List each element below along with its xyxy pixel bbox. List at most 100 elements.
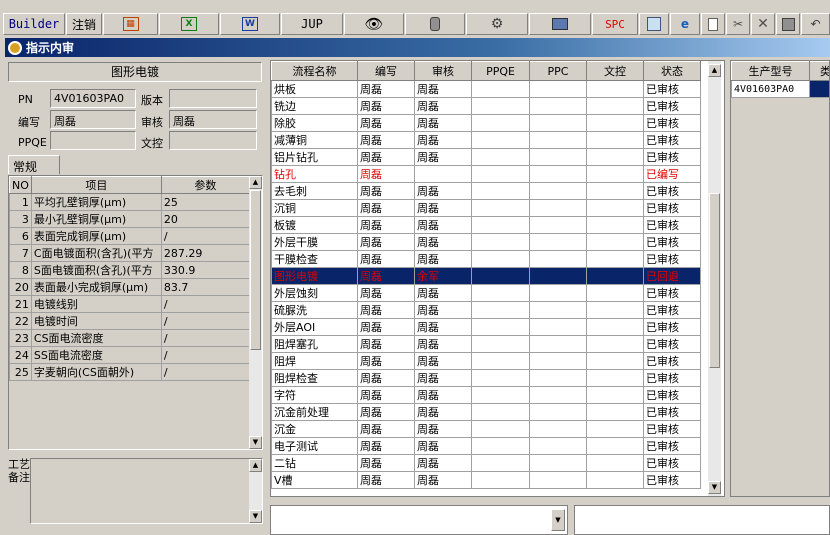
flow-cell-ppc[interactable] (529, 420, 587, 438)
flow-cell-doc-control[interactable] (586, 216, 644, 234)
flow-cell-review[interactable]: 周磊 (414, 148, 472, 166)
flow-cell-author[interactable]: 周磊 (357, 165, 415, 183)
review-field[interactable]: 周磊 (169, 110, 257, 129)
flow-cell-status[interactable]: 已审核 (643, 250, 701, 268)
flow-cell-review[interactable]: 周磊 (414, 233, 472, 251)
undo-button[interactable]: ↶ (801, 13, 830, 35)
flow-cell-review[interactable]: 周磊 (414, 97, 472, 115)
flow-cell-author[interactable]: 周磊 (357, 301, 415, 319)
flow-cell-ppc[interactable] (529, 454, 587, 472)
database-button[interactable] (405, 13, 465, 35)
flow-cell-status[interactable]: 已编写 (643, 165, 701, 183)
flow-cell-author[interactable]: 周磊 (357, 80, 415, 98)
flow-cell-name[interactable]: 硫脲洗 (271, 301, 358, 319)
params-cell-value[interactable]: / (160, 329, 250, 347)
flow-cell-review[interactable]: 周磊 (414, 403, 472, 421)
flow-cell-status[interactable]: 已审核 (643, 437, 701, 455)
flow-cell-ppc[interactable] (529, 301, 587, 319)
model-type-cell[interactable] (809, 80, 829, 98)
flow-cell-name[interactable]: 铝片钻孔 (271, 148, 358, 166)
flow-cell-status[interactable]: 已审核 (643, 318, 701, 336)
flow-cell-doc-control[interactable] (586, 284, 644, 302)
flow-cell-ppc[interactable] (529, 403, 587, 421)
flow-row[interactable]: 阻焊塞孔 周磊 周磊 已审核 (271, 335, 701, 353)
model-header-type[interactable]: 类 (809, 61, 829, 81)
scroll-thumb[interactable] (250, 190, 261, 350)
flow-header-ppc[interactable]: PPC (529, 61, 587, 81)
params-header-value[interactable]: 参数 (160, 176, 250, 194)
author-field[interactable]: 周磊 (50, 110, 136, 129)
flow-row[interactable]: 减薄铜 周磊 周磊 已审核 (271, 131, 701, 149)
version-field[interactable] (169, 89, 257, 108)
flow-cell-doc-control[interactable] (586, 199, 644, 217)
flow-cell-ppc[interactable] (529, 250, 587, 268)
flow-cell-status[interactable]: 已审核 (643, 284, 701, 302)
flow-cell-doc-control[interactable] (586, 267, 644, 285)
flow-cell-status[interactable]: 已审核 (643, 301, 701, 319)
flow-scroll-up-arrow[interactable]: ▲ (708, 64, 721, 77)
save-button[interactable] (776, 13, 800, 35)
flow-cell-status[interactable]: 已审核 (643, 182, 701, 200)
flow-cell-author[interactable]: 周磊 (357, 216, 415, 234)
flow-cell-review[interactable] (414, 165, 472, 183)
flow-cell-doc-control[interactable] (586, 403, 644, 421)
flow-cell-review[interactable]: 周磊 (414, 420, 472, 438)
word-button[interactable]: W (220, 13, 280, 35)
flow-row[interactable]: 阻焊 周磊 周磊 已审核 (271, 352, 701, 370)
params-cell-no[interactable]: 8 (9, 261, 32, 279)
params-row[interactable]: 21 电镀线别 / (9, 295, 250, 313)
flow-header-doc-control[interactable]: 文控 (586, 61, 644, 81)
params-cell-value[interactable]: / (160, 363, 250, 381)
flow-cell-name[interactable]: V槽 (271, 471, 358, 489)
flow-cell-status[interactable]: 已审核 (643, 352, 701, 370)
flow-cell-review[interactable]: 周磊 (414, 80, 472, 98)
flow-cell-status[interactable]: 已审核 (643, 420, 701, 438)
flow-cell-status[interactable]: 已审核 (643, 335, 701, 353)
flow-cell-author[interactable]: 周磊 (357, 471, 415, 489)
flow-cell-ppc[interactable] (529, 437, 587, 455)
flow-cell-ppc[interactable] (529, 80, 587, 98)
flow-cell-review[interactable]: 周磊 (414, 471, 472, 489)
flow-cell-name[interactable]: 干膜检查 (271, 250, 358, 268)
flow-cell-ppqe[interactable] (471, 284, 530, 302)
flow-row[interactable]: 字符 周磊 周磊 已审核 (271, 386, 701, 404)
flow-cell-doc-control[interactable] (586, 114, 644, 132)
flow-cell-ppqe[interactable] (471, 131, 530, 149)
flow-cell-doc-control[interactable] (586, 420, 644, 438)
flow-cell-status[interactable]: 已审核 (643, 369, 701, 387)
flow-cell-doc-control[interactable] (586, 131, 644, 149)
flow-cell-ppqe[interactable] (471, 335, 530, 353)
flow-cell-name[interactable]: 沉金 (271, 420, 358, 438)
scroll-down-arrow[interactable]: ▼ (249, 436, 262, 449)
params-cell-item[interactable]: CS面电流密度 (30, 329, 162, 347)
flow-cell-review[interactable]: 周磊 (414, 250, 472, 268)
scroll-up-arrow[interactable]: ▲ (249, 176, 262, 189)
params-cell-no[interactable]: 6 (9, 227, 32, 245)
flow-cell-status[interactable]: 已审核 (643, 403, 701, 421)
flow-row[interactable]: 图形电镀 周磊 余军 已回退 (271, 267, 701, 285)
params-cell-no[interactable]: 20 (9, 278, 32, 296)
flow-cell-status[interactable]: 已回退 (643, 267, 701, 285)
params-cell-value[interactable]: / (160, 227, 250, 245)
flow-cell-review[interactable]: 周磊 (414, 131, 472, 149)
flow-cell-ppc[interactable] (529, 352, 587, 370)
flow-cell-ppc[interactable] (529, 233, 587, 251)
flow-cell-author[interactable]: 周磊 (357, 182, 415, 200)
flow-cell-review[interactable]: 周磊 (414, 114, 472, 132)
flow-cell-review[interactable]: 周磊 (414, 437, 472, 455)
flow-row[interactable]: 沉金前处理 周磊 周磊 已审核 (271, 403, 701, 421)
flow-cell-ppc[interactable] (529, 131, 587, 149)
flow-row[interactable]: 除胶 周磊 周磊 已审核 (271, 114, 701, 132)
flow-cell-review[interactable]: 周磊 (414, 199, 472, 217)
flow-row[interactable]: 硫脲洗 周磊 周磊 已审核 (271, 301, 701, 319)
flow-row[interactable]: 去毛刺 周磊 周磊 已审核 (271, 182, 701, 200)
flow-cell-author[interactable]: 周磊 (357, 369, 415, 387)
flow-row[interactable]: 外层蚀刻 周磊 周磊 已审核 (271, 284, 701, 302)
params-cell-item[interactable]: 平均孔壁铜厚(μm) (30, 193, 162, 211)
flow-cell-review[interactable]: 周磊 (414, 454, 472, 472)
flow-cell-ppqe[interactable] (471, 148, 530, 166)
flow-cell-status[interactable]: 已审核 (643, 97, 701, 115)
flow-cell-status[interactable]: 已审核 (643, 131, 701, 149)
flow-cell-doc-control[interactable] (586, 437, 644, 455)
params-cell-item[interactable]: SS面电流密度 (30, 346, 162, 364)
